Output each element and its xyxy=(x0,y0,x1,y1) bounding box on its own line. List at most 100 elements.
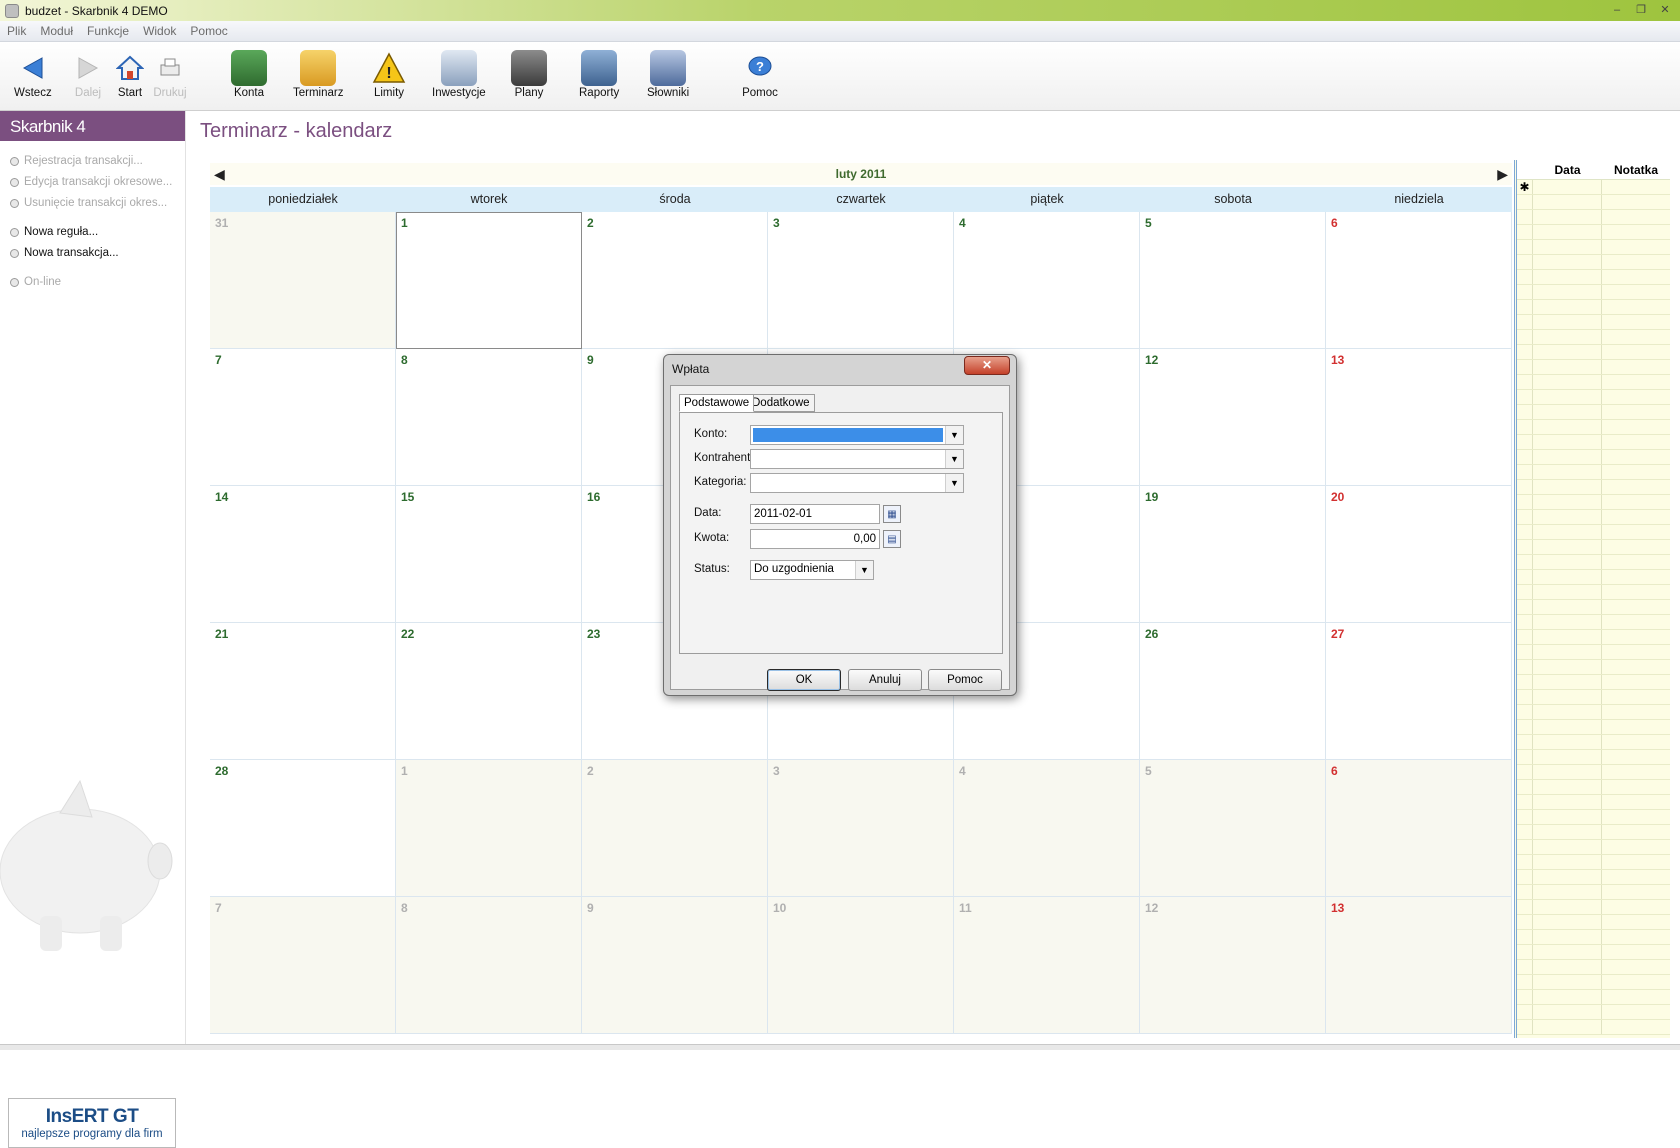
calendar-day-cell[interactable]: 11 xyxy=(954,897,1140,1034)
back-button[interactable]: Wstecz xyxy=(14,50,52,99)
tab-basic[interactable]: Podstawowe xyxy=(679,394,755,412)
notes-row[interactable] xyxy=(1517,465,1670,480)
calendar-day-cell[interactable]: 7 xyxy=(210,897,396,1034)
notes-row[interactable] xyxy=(1517,240,1670,255)
notes-row[interactable] xyxy=(1517,990,1670,1005)
notes-row[interactable] xyxy=(1517,435,1670,450)
notes-row[interactable] xyxy=(1517,765,1670,780)
calendar-day-cell[interactable]: 6 xyxy=(1326,760,1512,897)
calendar-day-cell[interactable]: 1 xyxy=(396,212,582,349)
chevron-down-icon[interactable]: ▼ xyxy=(945,474,963,492)
calendar-day-cell[interactable]: 4 xyxy=(954,760,1140,897)
notes-row[interactable] xyxy=(1517,360,1670,375)
investments-button[interactable]: Inwestycje xyxy=(432,50,486,99)
notes-row[interactable] xyxy=(1517,1020,1670,1035)
task-register-transaction[interactable]: Rejestracja transakcji... xyxy=(10,155,143,167)
calendar-day-cell[interactable]: 13 xyxy=(1326,897,1512,1034)
notes-row[interactable] xyxy=(1517,915,1670,930)
notes-row[interactable] xyxy=(1517,390,1670,405)
menu-plik[interactable]: Plik xyxy=(0,24,33,38)
calendar-picker-icon[interactable]: ▦ xyxy=(883,505,901,523)
task-new-transaction[interactable]: Nowa transakcja... xyxy=(10,247,119,259)
start-button[interactable]: Start xyxy=(112,50,148,99)
notes-row[interactable] xyxy=(1517,945,1670,960)
chevron-down-icon[interactable]: ▼ xyxy=(855,561,873,579)
menu-funkcje[interactable]: Funkcje xyxy=(80,24,136,38)
calendar-day-cell[interactable]: 9 xyxy=(582,897,768,1034)
next-month-icon[interactable]: ▶ xyxy=(1497,166,1508,183)
notes-row[interactable] xyxy=(1517,315,1670,330)
account-combo[interactable]: ▼ xyxy=(750,425,964,445)
task-new-rule[interactable]: Nowa reguła... xyxy=(10,226,98,238)
calendar-day-cell[interactable]: 12 xyxy=(1140,897,1326,1034)
calendar-day-cell[interactable]: 19 xyxy=(1140,486,1326,623)
date-input[interactable]: 2011-02-01 xyxy=(750,504,880,524)
task-edit-periodic[interactable]: Edycja transakcji okresowe... xyxy=(10,176,172,188)
calculator-icon[interactable]: ▤ xyxy=(883,530,901,548)
notes-row[interactable] xyxy=(1517,345,1670,360)
menu-modul[interactable]: Moduł xyxy=(33,24,80,38)
notes-row[interactable] xyxy=(1517,510,1670,525)
notes-row[interactable] xyxy=(1517,225,1670,240)
dialog-close-button[interactable]: ✕ xyxy=(964,356,1010,375)
notes-row[interactable] xyxy=(1517,810,1670,825)
calendar-day-cell[interactable]: 3 xyxy=(768,760,954,897)
plans-button[interactable]: Plany xyxy=(511,50,547,99)
calendar-day-cell[interactable]: 4 xyxy=(954,212,1140,349)
notes-row[interactable] xyxy=(1517,585,1670,600)
notes-row[interactable] xyxy=(1517,555,1670,570)
help-button[interactable]: ? Pomoc xyxy=(742,50,778,99)
notes-row[interactable] xyxy=(1517,1005,1670,1020)
calendar-day-cell[interactable]: 2 xyxy=(582,760,768,897)
notes-row[interactable] xyxy=(1517,720,1670,735)
notes-row[interactable] xyxy=(1517,600,1670,615)
notes-row[interactable] xyxy=(1517,525,1670,540)
maximize-button[interactable]: ❐ xyxy=(1630,1,1652,18)
notes-row[interactable] xyxy=(1517,330,1670,345)
calendar-day-cell[interactable]: 15 xyxy=(396,486,582,623)
task-delete-periodic[interactable]: Usunięcie transakcji okres... xyxy=(10,197,167,209)
notes-row[interactable] xyxy=(1517,825,1670,840)
notes-row[interactable] xyxy=(1517,855,1670,870)
calendar-day-cell[interactable]: 7 xyxy=(210,349,396,486)
calendar-day-cell[interactable]: 22 xyxy=(396,623,582,760)
notes-row[interactable] xyxy=(1517,885,1670,900)
calendar-day-cell[interactable]: 5 xyxy=(1140,760,1326,897)
notes-row[interactable] xyxy=(1517,645,1670,660)
notes-row[interactable] xyxy=(1517,480,1670,495)
calendar-day-cell[interactable]: 20 xyxy=(1326,486,1512,623)
notes-row[interactable] xyxy=(1517,675,1670,690)
notes-row[interactable] xyxy=(1517,285,1670,300)
notes-row[interactable] xyxy=(1517,570,1670,585)
notes-row[interactable] xyxy=(1517,630,1670,645)
notes-row[interactable] xyxy=(1517,450,1670,465)
notes-row[interactable] xyxy=(1517,870,1670,885)
notes-new-row[interactable]: ✱ xyxy=(1517,180,1670,195)
reports-button[interactable]: Raporty xyxy=(579,50,619,99)
calendar-day-cell[interactable]: 3 xyxy=(768,212,954,349)
calendar-day-cell[interactable]: 13 xyxy=(1326,349,1512,486)
calendar-day-cell[interactable]: 14 xyxy=(210,486,396,623)
close-window-button[interactable]: ✕ xyxy=(1654,1,1676,18)
calendar-day-cell[interactable]: 6 xyxy=(1326,212,1512,349)
calendar-day-cell[interactable]: 5 xyxy=(1140,212,1326,349)
contractor-combo[interactable]: ▼ xyxy=(750,449,964,469)
forward-button[interactable]: Dalej xyxy=(70,50,106,99)
calendar-day-cell[interactable]: 8 xyxy=(396,897,582,1034)
calendar-day-cell[interactable]: 10 xyxy=(768,897,954,1034)
notes-row[interactable] xyxy=(1517,405,1670,420)
calendar-day-cell[interactable]: 26 xyxy=(1140,623,1326,760)
notes-row[interactable] xyxy=(1517,750,1670,765)
status-combo[interactable]: Do uzgodnienia ▼ xyxy=(750,560,874,580)
notes-row[interactable] xyxy=(1517,375,1670,390)
notes-row[interactable] xyxy=(1517,300,1670,315)
calendar-day-cell[interactable]: 12 xyxy=(1140,349,1326,486)
notes-row[interactable] xyxy=(1517,705,1670,720)
tab-additional[interactable]: Dodatkowe xyxy=(747,394,815,412)
print-button[interactable]: Drukuj xyxy=(152,50,188,99)
notes-row[interactable] xyxy=(1517,660,1670,675)
calendar-day-cell[interactable]: 28 xyxy=(210,760,396,897)
cancel-button[interactable]: Anuluj xyxy=(848,669,922,691)
calendar-day-cell[interactable]: 1 xyxy=(396,760,582,897)
notes-row[interactable] xyxy=(1517,420,1670,435)
